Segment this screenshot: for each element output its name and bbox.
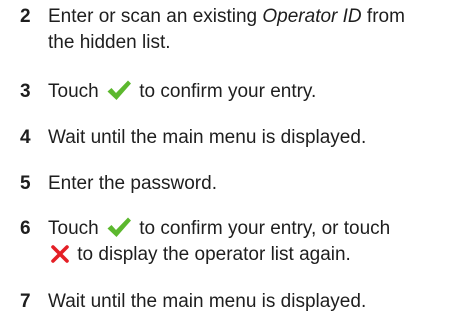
step-text-part: Enter or scan an existing [48,6,263,27]
step-text: Enter or scan an existing Operator ID fr… [48,4,448,53]
cross-icon [50,244,70,272]
operator-id-term: Operator ID [262,6,362,27]
step-text-part: Touch [48,81,104,102]
step-text-line2: to display the operator list again. [48,242,351,272]
step-text-part: to display the operator list again. [72,244,351,265]
checkmark-icon [106,79,132,109]
step-text-line2: the hidden list. [48,32,171,53]
step-text: Wait until the main menu is displayed. [48,291,367,312]
step-text: Touch to confirm your entry, or touch to… [48,216,448,265]
step-text-part: to confirm your entry, or touch [133,218,391,239]
step-number: 5 [20,173,31,194]
step-number: 7 [20,291,31,312]
step-number: 2 [20,6,31,27]
step-text: Enter the password. [48,173,217,194]
step-number: 3 [20,81,31,102]
step-text-part: from [361,6,405,27]
step-text-part: to confirm your entry. [133,81,317,102]
step-text: Touch to confirm your entry. [48,79,448,109]
step-text: Wait until the main menu is displayed. [48,127,367,148]
step-number: 4 [20,127,31,148]
step-text-part: Touch [48,218,104,239]
step-number: 6 [20,218,31,239]
